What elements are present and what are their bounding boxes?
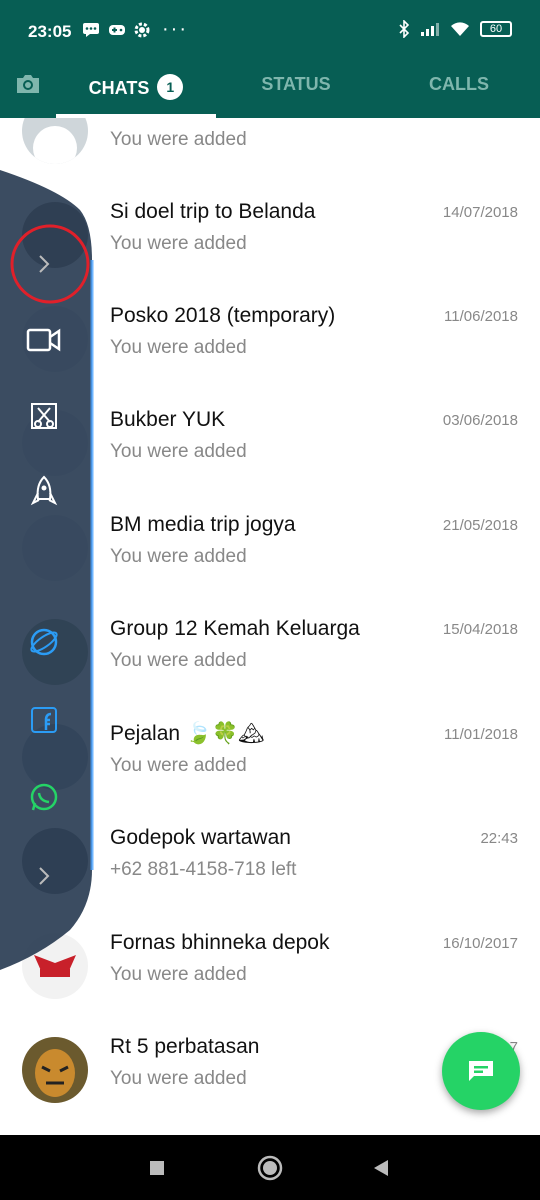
back-button[interactable] bbox=[366, 1153, 396, 1183]
unread-badge: 1 bbox=[157, 74, 184, 100]
facebook-icon bbox=[31, 707, 57, 733]
chat-name: Posko 2018 (temporary) bbox=[110, 304, 336, 327]
rocket-icon bbox=[30, 475, 58, 506]
chat-date: 21/05/2018 bbox=[442, 517, 518, 534]
chat-name: Bukber YUK bbox=[110, 408, 226, 431]
app-bar: CHATS 1 STATUS CALLS bbox=[0, 52, 540, 118]
screenshot-button[interactable] bbox=[22, 394, 66, 438]
chat-last-message: You were added bbox=[110, 129, 247, 150]
boost-button[interactable] bbox=[22, 470, 66, 514]
chat-last-message: You were added bbox=[110, 650, 247, 671]
clock: 23:05 bbox=[28, 22, 72, 41]
screen-record-button[interactable] bbox=[22, 318, 66, 362]
chevron-right-icon bbox=[39, 255, 50, 273]
gear-icon bbox=[134, 22, 150, 38]
chat-date: 11/06/2018 bbox=[444, 308, 518, 325]
bluetooth-icon bbox=[399, 20, 410, 38]
sidebar-panel bbox=[0, 170, 94, 970]
new-message-icon bbox=[469, 1061, 493, 1081]
chat-last-message: You were added bbox=[110, 233, 247, 254]
chat-last-message: You were added bbox=[110, 1068, 247, 1089]
new-chat-button[interactable] bbox=[442, 1032, 520, 1110]
chat-date: 22:43 bbox=[480, 830, 518, 847]
chat-date: 03/06/2018 bbox=[442, 412, 518, 429]
battery-icon: 60 bbox=[480, 21, 512, 37]
browser-icon bbox=[30, 628, 58, 656]
chat-last-message: You were added bbox=[110, 755, 247, 776]
whatsapp-icon bbox=[30, 783, 58, 811]
chevron-right-icon bbox=[39, 867, 50, 885]
square-icon bbox=[150, 1161, 164, 1175]
home-button[interactable] bbox=[255, 1153, 285, 1183]
whatsapp-shortcut[interactable] bbox=[22, 776, 66, 820]
more-notifications: ··· bbox=[162, 18, 188, 40]
chat-date: 14/07/2018 bbox=[442, 204, 518, 221]
tab-calls[interactable]: CALLS bbox=[378, 74, 540, 95]
facebook-shortcut[interactable] bbox=[22, 698, 66, 742]
signal-icon bbox=[421, 23, 439, 36]
sidebar-more-button[interactable] bbox=[22, 854, 66, 898]
tab-chats-label: CHATS bbox=[88, 78, 150, 98]
chat-name: Godepok wartawan bbox=[110, 826, 291, 849]
chat-name: Si doel trip to Belanda bbox=[110, 200, 316, 223]
chat-name: BM media trip jogya bbox=[110, 513, 296, 536]
recents-button[interactable] bbox=[142, 1153, 172, 1183]
chat-name: Group 12 Kemah Keluarga bbox=[110, 617, 360, 640]
circle-icon bbox=[257, 1155, 283, 1181]
floating-sidebar[interactable] bbox=[0, 170, 94, 970]
chat-name: Pejalan 🍃🍀🏔 bbox=[110, 722, 265, 745]
chat-date: 11/01/2018 bbox=[444, 726, 518, 743]
chat-name: Fornas bhinneka depok bbox=[110, 931, 330, 954]
tab-status[interactable]: STATUS bbox=[218, 74, 374, 95]
sidebar-expand-button[interactable] bbox=[22, 242, 66, 286]
wifi-icon bbox=[451, 22, 469, 36]
chat-name: Rt 5 perbatasan bbox=[110, 1035, 260, 1058]
chat-last-message: You were added bbox=[110, 441, 247, 462]
browser-shortcut[interactable] bbox=[22, 620, 66, 664]
chat-last-message: You were added bbox=[110, 964, 247, 985]
video-record-icon bbox=[26, 328, 61, 352]
camera-icon[interactable] bbox=[14, 70, 42, 98]
chat-date: 16/10/2017 bbox=[442, 935, 518, 952]
navigation-bar bbox=[0, 1135, 540, 1200]
group-avatar bbox=[22, 118, 88, 164]
back-triangle-icon bbox=[374, 1160, 388, 1176]
system-icons: 60 bbox=[398, 20, 512, 38]
message-icon bbox=[83, 23, 99, 37]
notification-icons bbox=[82, 22, 150, 38]
chat-last-message: +62 881-4158-718 left bbox=[110, 859, 297, 880]
chat-last-message: You were added bbox=[110, 546, 247, 567]
tab-chats[interactable]: CHATS 1 bbox=[56, 74, 216, 100]
status-bar: 23:05 ··· 60 bbox=[0, 0, 540, 52]
game-icon bbox=[109, 25, 125, 35]
chat-date: 15/04/2018 bbox=[442, 621, 518, 638]
screenshot-crop-icon bbox=[31, 403, 57, 429]
chat-row[interactable] bbox=[0, 1128, 540, 1135]
chat-last-message: You were added bbox=[110, 337, 247, 358]
group-avatar bbox=[22, 1037, 88, 1103]
